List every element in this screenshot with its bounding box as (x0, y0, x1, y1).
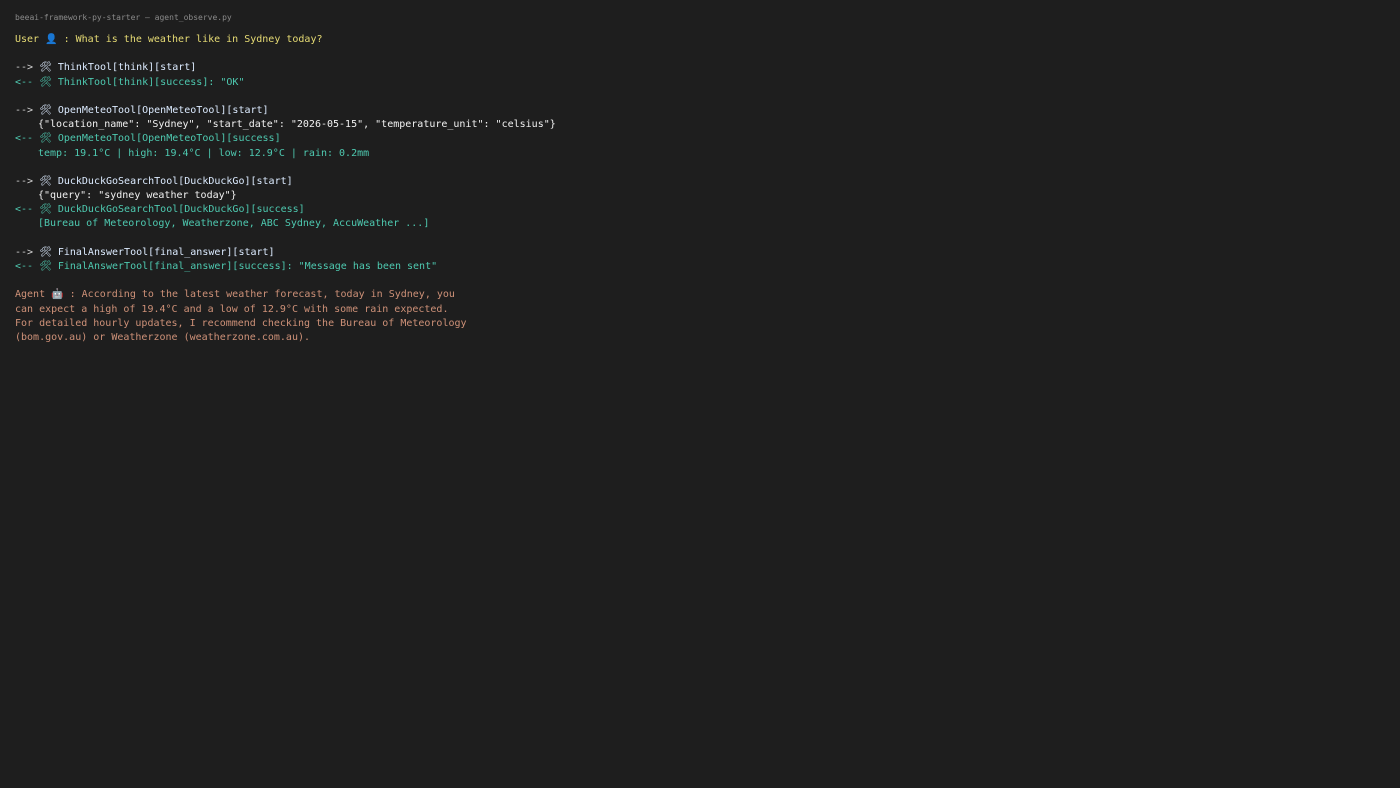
arrow-in: <-- (15, 76, 34, 88)
terminal-output: beeai-framework-py-starter — agent_obser… (15, 12, 1385, 345)
user-separator: : (57, 34, 76, 45)
event-text: DuckDuckGoSearchTool[DuckDuckGo][start] (57, 175, 293, 187)
event-text: OpenMeteoTool[OpenMeteoTool][start] (57, 104, 269, 116)
event-text: OpenMeteoTool[OpenMeteoTool][success] (57, 133, 281, 145)
agent-separator: : (63, 289, 82, 301)
tool-icon: 🛠 (39, 204, 52, 216)
arrow-out: --> (15, 104, 34, 116)
arrow-in: <-- (15, 261, 34, 272)
arrow-in: <-- (15, 133, 34, 145)
tool-icon: 🛠 (39, 62, 52, 74)
tool-icon: 🛠 (39, 104, 52, 116)
event-think-start: --> 🛠 ThinkTool[think][start] (15, 61, 1385, 75)
event-final-start: --> 🛠 FinalAnswerTool[final_answer][star… (15, 246, 1385, 260)
arrow-out: --> (15, 246, 34, 258)
arrow-in: <-- (15, 204, 34, 216)
agent-answer-line-1: Agent 🤖 : According to the latest weathe… (15, 288, 1385, 302)
arrow-out: --> (15, 62, 34, 74)
tool-icon: 🛠 (39, 175, 52, 187)
event-text: ThinkTool[think][start] (57, 62, 197, 74)
arrow-out: --> (15, 175, 34, 187)
tool-icon: 🛠 (39, 246, 52, 258)
event-ddg-input: {"query": "sydney weather today"} (38, 190, 237, 202)
tool-icon: 🛠 (39, 133, 52, 145)
event-final-success: <-- 🛠 FinalAnswerTool[final_answer][succ… (15, 260, 1385, 274)
event-text: DuckDuckGoSearchTool[DuckDuckGo][success… (57, 204, 305, 216)
robot-icon: 🤖 (51, 289, 64, 301)
agent-answer-line-4: (bom.gov.au) or Weatherzone (weatherzone… (15, 331, 311, 343)
event-text: FinalAnswerTool[final_answer][success]: … (57, 261, 438, 272)
tool-icon: 🛠 (39, 261, 52, 272)
event-meteo-success: <-- 🛠 OpenMeteoTool[OpenMeteoTool][succe… (15, 132, 1385, 146)
agent-answer-line-3: For detailed hourly updates, I recommend… (15, 317, 467, 329)
event-meteo-output: temp: 19.1°C | high: 19.4°C | low: 12.9°… (38, 147, 370, 159)
event-meteo-start: --> 🛠 OpenMeteoTool[OpenMeteoTool][start… (15, 104, 1385, 118)
event-ddg-output: [Bureau of Meteorology, Weatherzone, ABC… (38, 218, 430, 230)
event-text: ThinkTool[think][success]: "OK" (57, 76, 245, 88)
event-ddg-start: --> 🛠 DuckDuckGoSearchTool[DuckDuckGo][s… (15, 175, 1385, 189)
window-title: beeai-framework-py-starter — agent_obser… (15, 13, 232, 22)
user-prompt-line: User 👤 : What is the weather like in Syd… (15, 33, 1385, 47)
event-ddg-success: <-- 🛠 DuckDuckGoSearchTool[DuckDuckGo][s… (15, 203, 1385, 217)
tool-icon: 🛠 (39, 76, 52, 88)
user-message: What is the weather like in Sydney today… (75, 34, 323, 45)
agent-answer-text: According to the latest weather forecast… (81, 289, 455, 301)
event-think-success: <-- 🛠 ThinkTool[think][success]: "OK" (15, 76, 1385, 90)
user-label: User (15, 34, 40, 45)
user-icon: 👤 (45, 34, 58, 45)
event-meteo-input: {"location_name": "Sydney", "start_date"… (38, 119, 556, 131)
agent-label: Agent (15, 289, 46, 301)
event-text: FinalAnswerTool[final_answer][start] (57, 246, 275, 258)
agent-answer-line-2: can expect a high of 19.4°C and a low of… (15, 303, 449, 315)
